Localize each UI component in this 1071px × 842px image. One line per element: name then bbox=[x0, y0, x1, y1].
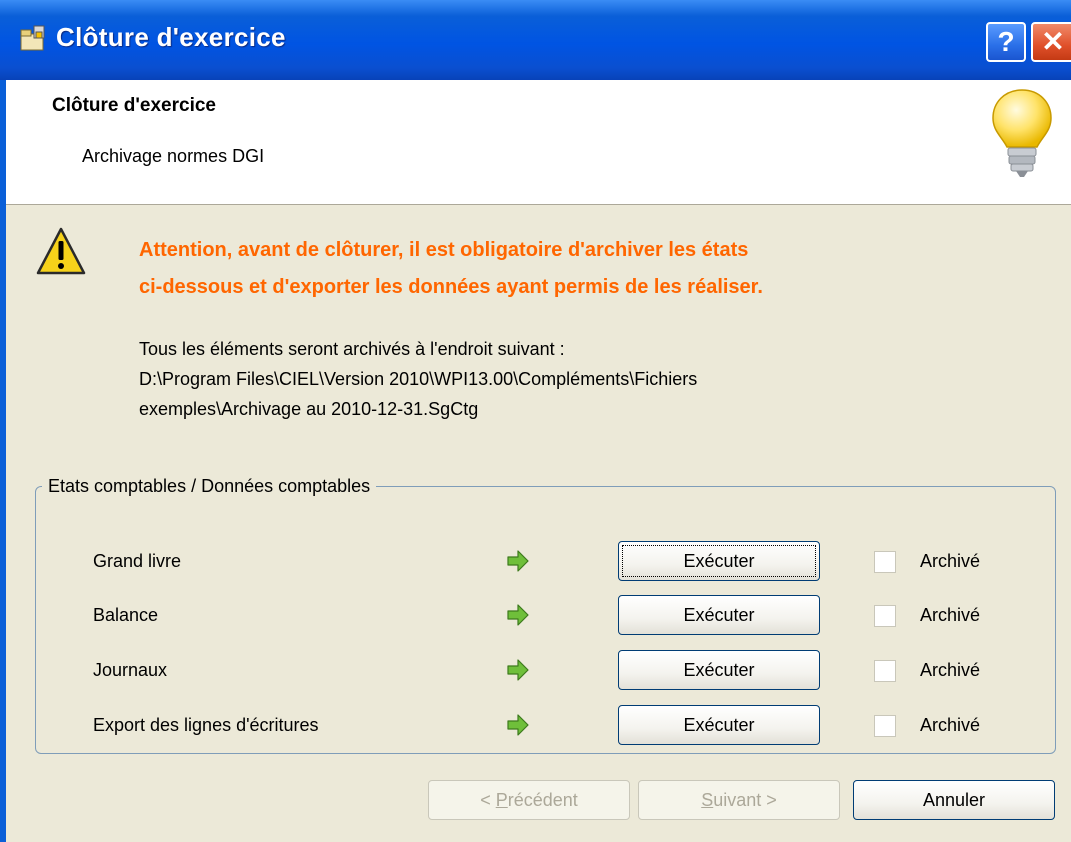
row-label: Balance bbox=[93, 605, 159, 625]
accounting-group: Etats comptables / Données comptables Gr… bbox=[35, 476, 1056, 754]
warning-message: Attention, avant de clôturer, il est obl… bbox=[139, 232, 1039, 306]
previous-button[interactable]: < Précédent bbox=[428, 780, 630, 820]
lightbulb-icon bbox=[992, 89, 1052, 177]
page-title: Clôture d'exercice bbox=[52, 95, 216, 116]
archived-checkbox[interactable] bbox=[874, 551, 896, 573]
help-button[interactable]: ? bbox=[986, 22, 1026, 62]
warning-line: ci-dessous et d'exporter les données aya… bbox=[139, 276, 763, 298]
row-label: Journaux bbox=[93, 660, 168, 680]
info-line: exemples\Archivage au 2010-12-31.SgCtg bbox=[139, 399, 479, 419]
execute-button[interactable]: Exécuter bbox=[618, 541, 820, 581]
row-label: Grand livre bbox=[93, 551, 182, 571]
title-bar[interactable]: Clôture d'exercice ? ✕ bbox=[0, 0, 1071, 80]
archived-checkbox[interactable] bbox=[874, 715, 896, 737]
arrow-right-icon bbox=[507, 714, 529, 736]
row-grand-livre: Grand livre Exécuter Archivé bbox=[36, 541, 1057, 581]
row-balance: Balance Exécuter Archivé bbox=[36, 595, 1057, 635]
warning-icon bbox=[36, 227, 86, 275]
cancel-button[interactable]: Annuler bbox=[853, 780, 1055, 820]
dialog-client: Clôture d'exercice Archivage normes DGI bbox=[6, 80, 1071, 842]
arrow-right-icon bbox=[507, 604, 529, 626]
previous-accelerator: P bbox=[495, 789, 508, 810]
arrow-right-icon bbox=[507, 659, 529, 681]
group-legend: Etats comptables / Données comptables bbox=[48, 476, 371, 496]
previous-label-suffix: récédent bbox=[507, 789, 578, 810]
archived-label: Archivé bbox=[920, 551, 981, 571]
next-button[interactable]: Suivant > bbox=[638, 780, 840, 820]
info-line: Tous les éléments seront archivés à l'en… bbox=[139, 339, 565, 359]
archived-checkbox[interactable] bbox=[874, 660, 896, 682]
archived-label: Archivé bbox=[920, 605, 981, 625]
archive-location-info: Tous les éléments seront archivés à l'en… bbox=[139, 334, 697, 424]
execute-button[interactable]: Exécuter bbox=[618, 650, 820, 690]
archived-label: Archivé bbox=[920, 715, 981, 735]
execute-button[interactable]: Exécuter bbox=[618, 705, 820, 745]
row-journaux: Journaux Exécuter Archivé bbox=[36, 650, 1057, 690]
row-label: Export des lignes d'écritures bbox=[93, 715, 319, 735]
next-accelerator: S bbox=[701, 789, 714, 810]
execute-button[interactable]: Exécuter bbox=[618, 595, 820, 635]
warning-line: Attention, avant de clôturer, il est obl… bbox=[139, 239, 749, 261]
previous-label-prefix: < bbox=[480, 789, 496, 810]
archived-checkbox[interactable] bbox=[874, 605, 896, 627]
row-export-lignes: Export des lignes d'écritures Exécuter A… bbox=[36, 705, 1057, 745]
arrow-right-icon bbox=[507, 550, 529, 572]
dialog-window: Clôture d'exercice ? ✕ Clôture d'exercic… bbox=[0, 0, 1071, 842]
window-title: Clôture d'exercice bbox=[56, 22, 286, 52]
archived-label: Archivé bbox=[920, 660, 981, 680]
page-subtitle: Archivage normes DGI bbox=[82, 146, 265, 166]
next-label-suffix: uivant > bbox=[713, 789, 777, 810]
info-line: D:\Program Files\CIEL\Version 2010\WPI13… bbox=[139, 369, 698, 389]
wizard-header: Clôture d'exercice Archivage normes DGI bbox=[6, 80, 1071, 205]
app-icon bbox=[20, 25, 45, 51]
close-button[interactable]: ✕ bbox=[1031, 22, 1071, 62]
